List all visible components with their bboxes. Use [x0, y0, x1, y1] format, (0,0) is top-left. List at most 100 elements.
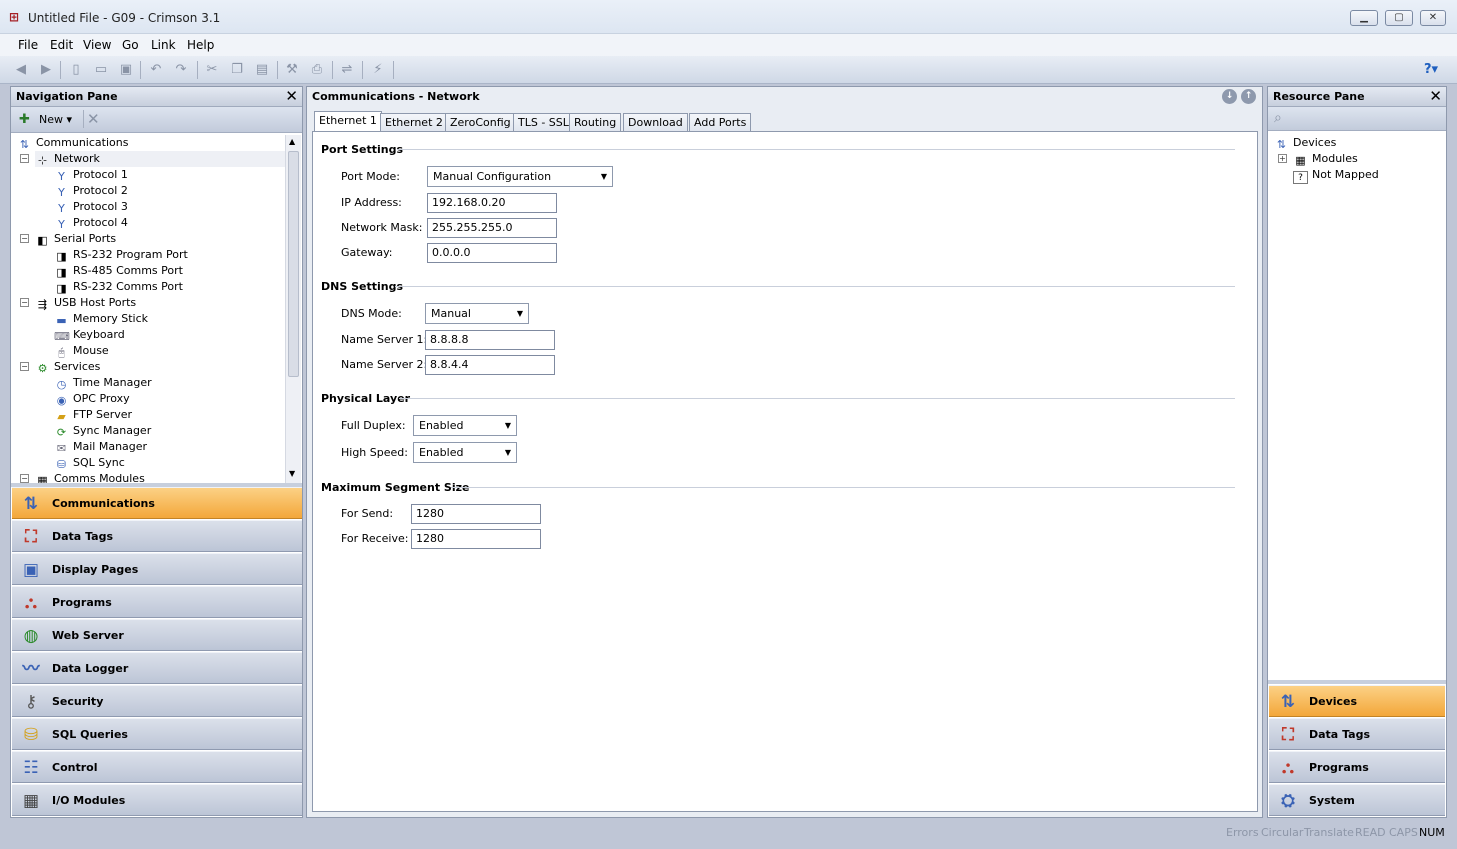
copy-icon[interactable]: ❐ [228, 61, 246, 79]
pane-splitter[interactable] [1268, 680, 1446, 684]
send-icon[interactable]: ⚡ [369, 61, 387, 79]
new-button[interactable]: New ▾ [39, 113, 72, 126]
menu-help[interactable]: Help [184, 36, 217, 54]
ip-address-input[interactable]: 192.168.0.20 [427, 193, 557, 213]
tree-item-keyboard[interactable]: ⌨ Keyboard [54, 327, 125, 343]
full-duplex-select[interactable]: Enabled ▼ [413, 415, 517, 436]
navigation-pane-header: Navigation Pane ✕ [11, 87, 302, 107]
collapse-toggle[interactable]: − [20, 474, 29, 483]
delete-icon[interactable]: ✕ [87, 110, 100, 128]
tree-item-services[interactable]: ⚙ Services [35, 359, 101, 375]
resource-item-not-mapped[interactable]: ? Not Mapped [1293, 167, 1379, 184]
collapse-toggle[interactable]: − [20, 154, 29, 163]
tree-item-ftp-server[interactable]: ▰ FTP Server [54, 407, 132, 423]
help-icon[interactable]: ?▾ [1418, 61, 1444, 79]
scroll-down-icon[interactable]: ▼ [289, 469, 295, 478]
tab-tls-ssl[interactable]: TLS - SSL [513, 113, 574, 132]
cut-icon[interactable]: ✂ [203, 61, 221, 79]
tree-item-rs485-comms-port[interactable]: ◨ RS-485 Comms Port [54, 263, 183, 279]
name-server-2-input[interactable]: 8.8.4.4 [425, 355, 555, 375]
tree-item-memory-stick[interactable]: ▬ Memory Stick [54, 311, 148, 327]
tree-item-network[interactable]: ⊹ Network [35, 151, 285, 167]
tree-item-rs232-comms-port[interactable]: ◨ RS-232 Comms Port [54, 279, 183, 295]
collapse-toggle[interactable]: − [20, 234, 29, 243]
paste-icon[interactable]: ▤ [253, 61, 271, 79]
tab-zeroconfig[interactable]: ZeroConfig [445, 113, 516, 132]
close-icon[interactable]: ✕ [285, 87, 298, 105]
resource-button-programs[interactable]: ⛬ Programs [1269, 751, 1445, 783]
tab-add-ports[interactable]: Add Ports [689, 113, 752, 132]
print-icon[interactable]: ⎙ [308, 61, 326, 79]
tree-item-sync-manager[interactable]: ⟳ Sync Manager [54, 423, 151, 439]
scroll-up-icon[interactable]: ▲ [289, 137, 295, 146]
tab-download[interactable]: Download [623, 113, 688, 132]
link-icon[interactable]: ⇌ [338, 61, 356, 79]
nav-button-web-server[interactable]: ◍ Web Server [12, 619, 302, 651]
port-mode-select[interactable]: Manual Configuration ▼ [427, 166, 613, 187]
name-server-1-input[interactable]: 8.8.8.8 [425, 330, 555, 350]
high-speed-select[interactable]: Enabled ▼ [413, 442, 517, 463]
menu-file[interactable]: File [15, 36, 41, 54]
nav-button-programs[interactable]: ⛬ Programs [12, 586, 302, 618]
resource-button-data-tags[interactable]: ⛶ Data Tags [1269, 718, 1445, 750]
tree-item-time-manager[interactable]: ◷ Time Manager [54, 375, 152, 391]
collapse-toggle[interactable]: − [20, 298, 29, 307]
tab-routing[interactable]: Routing [569, 113, 622, 132]
arrow-down-icon[interactable]: ↓ [1222, 89, 1237, 104]
resource-button-system[interactable]: ⛭ System [1269, 784, 1445, 816]
close-icon[interactable]: ✕ [1429, 87, 1442, 105]
tree-scrollbar[interactable]: ▲ ▼ [285, 135, 301, 483]
nav-button-control[interactable]: ☷ Control [12, 751, 302, 783]
resource-button-devices[interactable]: ⇅ Devices [1269, 685, 1445, 717]
tree-item-protocol-1[interactable]: Y Protocol 1 [54, 167, 128, 183]
undo-icon[interactable]: ↶ [147, 61, 165, 79]
tree-item-serial-ports[interactable]: ◧ Serial Ports [35, 231, 116, 247]
redo-icon[interactable]: ↷ [172, 61, 190, 79]
nav-button-data-logger[interactable]: 〰 Data Logger [12, 652, 302, 684]
close-button[interactable]: ✕ [1420, 10, 1446, 26]
save-icon[interactable]: ▣ [117, 61, 135, 79]
network-mask-input[interactable]: 255.255.255.0 [427, 218, 557, 238]
nav-button-display-pages[interactable]: ▣ Display Pages [12, 553, 302, 585]
new-file-icon[interactable]: ▯ [67, 61, 85, 79]
tree-item-protocol-2[interactable]: Y Protocol 2 [54, 183, 128, 199]
compile-icon[interactable]: ⚒ [283, 61, 301, 79]
tree-item-communications[interactable]: ⇅ Communications [17, 135, 129, 151]
for-receive-input[interactable]: 1280 [411, 529, 541, 549]
collapse-toggle[interactable]: − [20, 362, 29, 371]
resource-item-devices[interactable]: ⇅ Devices [1274, 135, 1336, 151]
nav-button-data-tags[interactable]: ⛶ Data Tags [12, 520, 302, 552]
tree-item-mail-manager[interactable]: ✉ Mail Manager [54, 439, 147, 455]
tree-item-rs232-program-port[interactable]: ◨ RS-232 Program Port [54, 247, 188, 263]
forward-icon[interactable]: ▶ [37, 61, 55, 79]
nav-button-sql-queries[interactable]: ⛁ SQL Queries [12, 718, 302, 750]
gateway-input[interactable]: 0.0.0.0 [427, 243, 557, 263]
nav-button-security[interactable]: ⚷ Security [12, 685, 302, 717]
menu-go[interactable]: Go [119, 36, 142, 54]
tree-item-protocol-4[interactable]: Y Protocol 4 [54, 215, 128, 231]
tree-item-mouse[interactable]: 🖰 Mouse [54, 343, 109, 359]
scrollbar-thumb[interactable] [288, 151, 299, 377]
menu-view[interactable]: View [80, 36, 114, 54]
for-send-input[interactable]: 1280 [411, 504, 541, 524]
back-icon[interactable]: ◀ [12, 61, 30, 79]
menu-link[interactable]: Link [148, 36, 179, 54]
tree-item-opc-proxy[interactable]: ◉ OPC Proxy [54, 391, 130, 407]
minimize-button[interactable]: ▁ [1350, 10, 1378, 26]
tree-item-protocol-3[interactable]: Y Protocol 3 [54, 199, 128, 215]
tab-ethernet-1[interactable]: Ethernet 1 [314, 111, 382, 132]
tree-item-sql-sync[interactable]: ⛁ SQL Sync [54, 455, 125, 471]
open-file-icon[interactable]: ▭ [92, 61, 110, 79]
resource-item-modules[interactable]: ▦ Modules [1293, 151, 1357, 167]
nav-button-communications[interactable]: ⇅ Communications [12, 487, 302, 519]
tree-item-usb-host-ports[interactable]: ⇶ USB Host Ports [35, 295, 136, 311]
menu-edit[interactable]: Edit [47, 36, 76, 54]
nav-button-io-modules[interactable]: ▦ I/O Modules [12, 784, 302, 816]
arrow-up-icon[interactable]: ↑ [1241, 89, 1256, 104]
search-icon[interactable]: ⌕ [1274, 110, 1282, 126]
tree-item-comms-modules[interactable]: ▦ Comms Modules [35, 471, 145, 483]
tab-ethernet-2[interactable]: Ethernet 2 [380, 113, 448, 132]
maximize-button[interactable]: ▢ [1385, 10, 1413, 26]
dns-mode-select[interactable]: Manual ▼ [425, 303, 529, 324]
expand-toggle[interactable]: + [1278, 154, 1287, 163]
